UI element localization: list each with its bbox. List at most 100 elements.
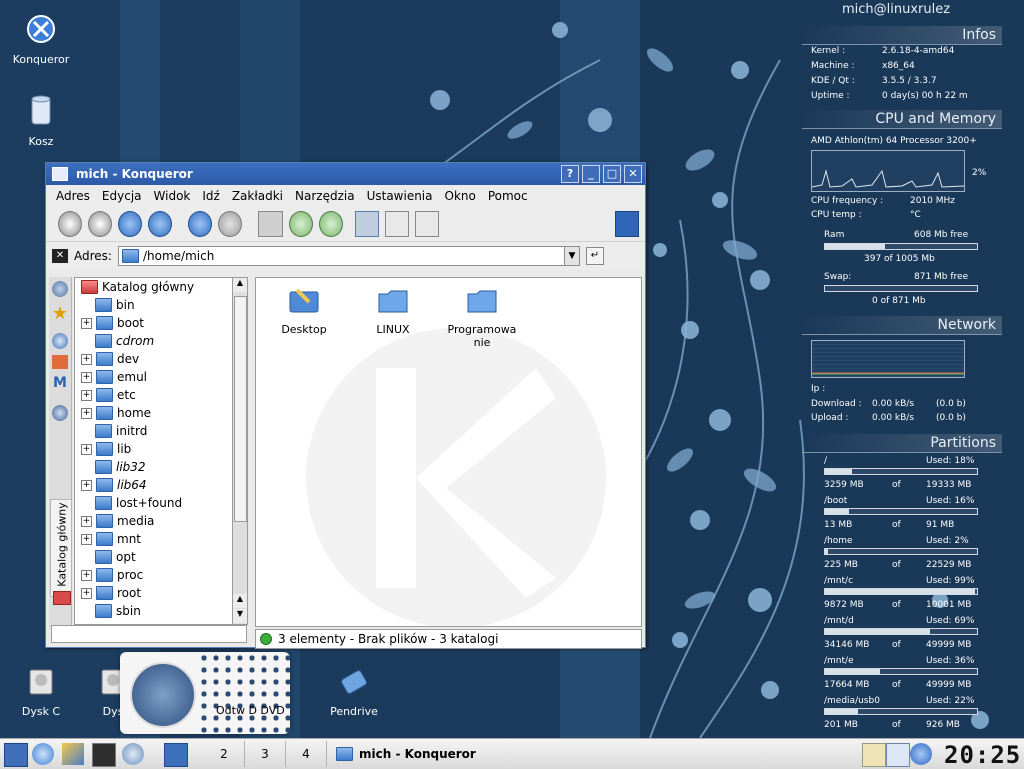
browser-launcher-icon[interactable]	[122, 743, 144, 765]
sidebar-bottom-field	[51, 625, 247, 643]
minimize-button[interactable]: _	[582, 165, 600, 183]
maximize-button[interactable]: □	[603, 165, 621, 183]
tree-item[interactable]: + home	[75, 404, 247, 422]
expand-icon[interactable]: +	[81, 479, 92, 491]
menu-idz[interactable]: Idź	[202, 189, 219, 203]
tree-item[interactable]: + emul	[75, 368, 247, 386]
wolf-logo-icon[interactable]	[130, 662, 196, 728]
sidebar-network-icon[interactable]	[52, 281, 68, 297]
desktop-1-icon[interactable]	[164, 743, 188, 767]
desktop-icon-pendrive[interactable]: Pendrive	[319, 664, 389, 718]
zoom-in-icon[interactable]	[288, 211, 313, 237]
tree-item[interactable]: + boot	[75, 314, 247, 332]
tree-item[interactable]: + root	[75, 584, 247, 602]
tree-item[interactable]: + proc	[75, 566, 247, 584]
desktop-3[interactable]: 3	[245, 741, 286, 767]
file-item-linux[interactable]: LINUX	[353, 286, 433, 336]
clear-location-icon[interactable]: ✕	[52, 249, 68, 263]
expand-icon[interactable]: +	[81, 443, 92, 455]
menu-zakladki[interactable]: Zakładki	[232, 189, 283, 203]
desktop-icon-disk-c[interactable]: Dysk C	[6, 664, 76, 718]
tree-item[interactable]: initrd	[75, 422, 247, 440]
tree-item[interactable]: cdrom	[75, 332, 247, 350]
menu-adres[interactable]: Adres	[56, 189, 90, 203]
settings-launcher-icon[interactable]	[62, 743, 84, 765]
up-arrow-icon[interactable]	[118, 211, 143, 237]
location-input[interactable]: /home/mich ▼	[117, 246, 580, 266]
network-tray-icon[interactable]	[886, 743, 910, 767]
sidebar-history-icon[interactable]	[52, 333, 68, 349]
tree-item[interactable]: Katalog główny	[75, 278, 247, 296]
scroll-up-icon[interactable]: ▲	[233, 278, 247, 292]
tree-item[interactable]: + lib64	[75, 476, 247, 494]
chevron-down-icon[interactable]: ▼	[563, 247, 579, 265]
sidebar-tab-root[interactable]: Katalog główny	[50, 499, 72, 597]
stop-icon[interactable]	[218, 211, 243, 237]
title-bar[interactable]: mich - Konqueror ? _ □ ✕	[46, 163, 645, 185]
menu-narzedzia[interactable]: Narzędzia	[295, 189, 355, 203]
update-tray-icon[interactable]	[910, 743, 932, 765]
tree-item[interactable]: + lib	[75, 440, 247, 458]
sidebar-home-icon[interactable]	[52, 355, 68, 369]
tree-item[interactable]: + dev	[75, 350, 247, 368]
clock[interactable]: 20:25	[944, 741, 1021, 769]
desktop-4[interactable]: 4	[286, 741, 327, 767]
expand-icon[interactable]: +	[81, 389, 92, 401]
tree-item[interactable]: + media	[75, 512, 247, 530]
expand-icon[interactable]: +	[81, 515, 92, 527]
sidebar-root-folder-icon[interactable]	[53, 591, 71, 605]
kde-menu-icon[interactable]	[4, 743, 28, 767]
scroll-up-icon[interactable]: ▲	[233, 594, 247, 608]
scroll-down-icon[interactable]: ▼	[233, 609, 247, 623]
tree-scrollbar[interactable]: ▲ ▲ ▼	[232, 277, 248, 625]
print-icon[interactable]	[258, 211, 283, 237]
sidebar-services-icon[interactable]	[52, 405, 68, 421]
file-item-desktop[interactable]: Desktop	[264, 286, 344, 336]
terminal-launcher-icon[interactable]	[92, 743, 116, 767]
expand-icon[interactable]: +	[81, 371, 92, 383]
tree-item[interactable]: opt	[75, 548, 247, 566]
upload-label: Upload :	[811, 413, 849, 423]
tree-item[interactable]: lost+found	[75, 494, 247, 512]
expand-icon[interactable]: +	[81, 317, 92, 329]
expand-icon[interactable]: +	[81, 587, 92, 599]
tree-view-icon[interactable]	[384, 211, 409, 237]
icon-view-icon[interactable]	[354, 211, 379, 237]
zoom-out-icon[interactable]	[318, 211, 343, 237]
menu-edycja[interactable]: Edycja	[102, 189, 142, 203]
desktop-2[interactable]: 2	[204, 741, 245, 767]
desktop-icon-trash[interactable]: Kosz	[6, 94, 76, 148]
tree-item[interactable]: lib32	[75, 458, 247, 476]
sidebar-bookmarks-icon[interactable]: ★	[50, 303, 70, 327]
task-button-konqueror[interactable]: mich - Konqueror	[336, 742, 856, 766]
menu-ustawienia[interactable]: Ustawienia	[367, 189, 433, 203]
klipper-tray-icon[interactable]	[862, 743, 886, 767]
scroll-thumb[interactable]	[234, 296, 247, 522]
tree-item[interactable]: + etc	[75, 386, 247, 404]
file-item-programowanie[interactable]: Programowa nie	[442, 286, 522, 349]
expand-icon[interactable]: +	[81, 533, 92, 545]
expand-icon[interactable]: +	[81, 407, 92, 419]
expand-icon[interactable]: +	[81, 353, 92, 365]
tree-item[interactable]: sbin	[75, 602, 247, 620]
help-button[interactable]: ?	[561, 165, 579, 183]
tree-item[interactable]: + mnt	[75, 530, 247, 548]
desktop-icon-konqueror[interactable]: Konqueror	[6, 12, 76, 66]
go-icon[interactable]: ↵	[585, 247, 604, 265]
reload-icon[interactable]	[188, 211, 213, 237]
konqueror-launcher-icon[interactable]	[32, 743, 54, 765]
sidebar-media-icon[interactable]: M	[50, 375, 70, 399]
window-folder-icon[interactable]	[52, 167, 68, 181]
close-button[interactable]: ✕	[624, 165, 642, 183]
back-arrow-icon[interactable]	[58, 211, 83, 237]
partition-bar-fill	[825, 589, 976, 594]
expand-icon[interactable]: +	[81, 569, 92, 581]
home-icon[interactable]	[148, 211, 173, 237]
forward-arrow-icon[interactable]	[88, 211, 113, 237]
preview-icon[interactable]	[414, 211, 439, 237]
menu-pomoc[interactable]: Pomoc	[488, 189, 528, 203]
tree-item-label: dev	[117, 352, 140, 366]
menu-widok[interactable]: Widok	[154, 189, 191, 203]
tree-item[interactable]: bin	[75, 296, 247, 314]
menu-okno[interactable]: Okno	[445, 189, 476, 203]
